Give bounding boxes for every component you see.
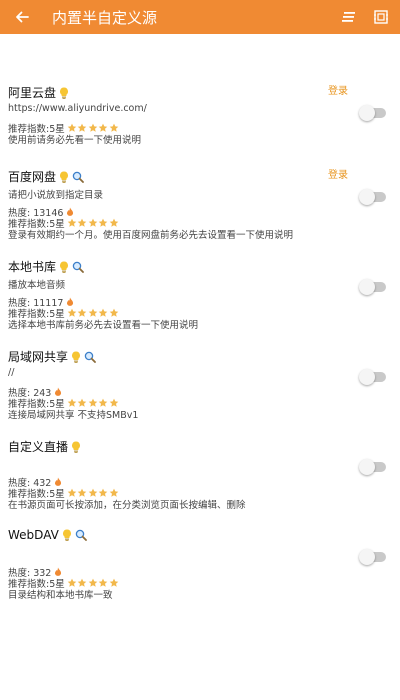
- source-name: 自定义直播: [8, 440, 69, 454]
- search-icon[interactable]: [72, 171, 84, 183]
- source-subtitle: 播放本地音频: [8, 280, 66, 291]
- enable-toggle[interactable]: [359, 189, 386, 205]
- bulb-icon[interactable]: [71, 351, 81, 363]
- toggle-knob[interactable]: [359, 279, 375, 295]
- search-icon[interactable]: [84, 351, 96, 363]
- enable-toggle[interactable]: [359, 105, 386, 121]
- source-item[interactable]: 局域网共享 // 热度: 243 推荐指数:5星 连接局域网共享 不支持SMBv…: [0, 340, 400, 430]
- toggle-knob[interactable]: [359, 459, 375, 475]
- scan-button[interactable]: [372, 8, 390, 26]
- enable-toggle[interactable]: [359, 279, 386, 295]
- source-item[interactable]: 百度网盘 登录 请把小说放到指定目录 热度: 13146 推荐指数:5星 登录有效…: [0, 160, 400, 250]
- toggle-knob[interactable]: [359, 369, 375, 385]
- source-note: 登录有效期约一个月。使用百度网盘前务必先去设置看一下使用说明: [8, 230, 294, 241]
- enable-toggle[interactable]: [359, 549, 386, 565]
- source-subtitle: https://www.aliyundrive.com/: [8, 103, 147, 114]
- login-link[interactable]: 登录: [328, 166, 348, 181]
- source-name: 本地书库: [8, 260, 57, 274]
- source-title: 本地书库: [8, 258, 84, 275]
- enable-toggle[interactable]: [359, 369, 386, 385]
- sort-icon: [342, 12, 355, 22]
- source-item[interactable]: 本地书库 播放本地音频 热度: 11117 推荐指数:5星 选择本地书库前务必先…: [0, 250, 400, 340]
- source-note: 目录结构和本地书库一致: [8, 590, 113, 601]
- source-title: 阿里云盘: [8, 84, 69, 101]
- toggle-knob[interactable]: [359, 105, 375, 121]
- login-link[interactable]: 登录: [328, 82, 348, 97]
- source-item[interactable]: 阿里云盘 登录 https://www.aliyundrive.com/ 推荐指数…: [0, 76, 400, 166]
- bulb-icon[interactable]: [59, 87, 69, 99]
- page-title: 内置半自定义源: [52, 8, 158, 27]
- toggle-knob[interactable]: [359, 549, 375, 565]
- source-subtitle: //: [8, 367, 15, 378]
- toggle-knob[interactable]: [359, 189, 375, 205]
- source-subtitle: 请把小说放到指定目录: [8, 190, 104, 201]
- source-title: WebDAV: [8, 528, 87, 542]
- source-title: 局域网共享: [8, 348, 96, 365]
- source-name: 局域网共享: [8, 350, 69, 364]
- search-icon[interactable]: [75, 529, 87, 541]
- arrow-left-icon: [16, 11, 29, 23]
- source-name: 阿里云盘: [8, 86, 57, 100]
- source-name: 百度网盘: [8, 170, 57, 184]
- source-note: 连接局域网共享 不支持SMBv1: [8, 410, 139, 421]
- source-item[interactable]: WebDAV 热度: 332 推荐指数:5星 目录结构和本地书库一致: [0, 520, 400, 610]
- sort-button[interactable]: [340, 8, 358, 26]
- search-icon[interactable]: [72, 261, 84, 273]
- source-title: 百度网盘: [8, 168, 84, 185]
- app-bar: 内置半自定义源: [0, 0, 400, 34]
- bulb-icon[interactable]: [59, 171, 69, 183]
- enable-toggle[interactable]: [359, 459, 386, 475]
- source-note: 在书源页面可长按添加，在分类浏览页面长按编辑、删除: [8, 500, 246, 511]
- bulb-icon[interactable]: [59, 261, 69, 273]
- source-note: 选择本地书库前务必先去设置看一下使用说明: [8, 320, 199, 331]
- bulb-icon[interactable]: [62, 529, 72, 541]
- scan-icon: [374, 10, 388, 24]
- source-name: WebDAV: [8, 528, 59, 542]
- back-button[interactable]: [10, 5, 34, 29]
- bulb-icon[interactable]: [71, 441, 81, 453]
- source-title: 自定义直播: [8, 438, 81, 455]
- source-item[interactable]: 自定义直播 热度: 432 推荐指数:5星 在书源页面可长按添加，在分类浏览页面…: [0, 430, 400, 520]
- source-note: 使用前请务必先看一下使用说明: [8, 135, 142, 146]
